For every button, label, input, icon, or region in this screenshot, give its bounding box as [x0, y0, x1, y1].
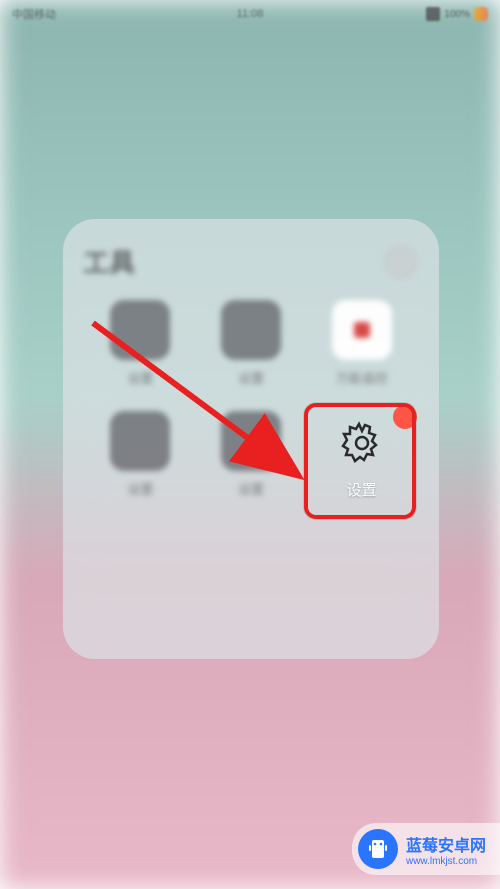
settings-app-item[interactable]: 设置 — [312, 411, 411, 500]
annotation-highlight-box — [304, 403, 416, 519]
status-right-cluster: 100% — [426, 7, 488, 21]
carrier-label: 中国移动 — [12, 6, 56, 22]
time-label: 11:08 — [237, 8, 264, 20]
app-icon — [221, 300, 281, 360]
status-bar: 中国移动 11:08 100% — [0, 0, 500, 28]
app-icon — [221, 411, 281, 471]
app-item[interactable]: 万能遥控 — [312, 300, 411, 387]
app-item[interactable]: 设置 — [91, 300, 190, 387]
battery-icon — [474, 7, 488, 21]
app-item[interactable]: 设置 — [91, 411, 190, 500]
app-label: 万能遥控 — [336, 368, 388, 387]
folder-close-button[interactable] — [383, 244, 419, 280]
watermark-url: www.lmkjst.com — [406, 856, 486, 867]
folder-app-grid: 设置 设置 万能遥控 设置 设置 — [83, 300, 419, 500]
folder-title[interactable]: 工具 — [83, 243, 135, 280]
app-icon — [110, 411, 170, 471]
app-item[interactable]: 设置 — [202, 411, 301, 500]
watermark-title: 蓝莓安卓网 — [406, 832, 486, 856]
app-icon — [332, 300, 392, 360]
app-label: 设置 — [127, 368, 153, 387]
watermark: 蓝莓安卓网 www.lmkjst.com — [352, 823, 500, 875]
app-folder-panel[interactable]: 工具 设置 设置 万能遥控 设置 设置 — [63, 219, 439, 659]
battery-label: 100% — [444, 9, 470, 20]
app-label: 设置 — [238, 368, 264, 387]
app-label: 设置 — [127, 479, 153, 498]
signal-icon — [426, 7, 440, 21]
watermark-logo-icon — [358, 829, 398, 869]
app-icon — [110, 300, 170, 360]
app-label: 设置 — [238, 479, 264, 498]
app-item[interactable]: 设置 — [202, 300, 301, 387]
